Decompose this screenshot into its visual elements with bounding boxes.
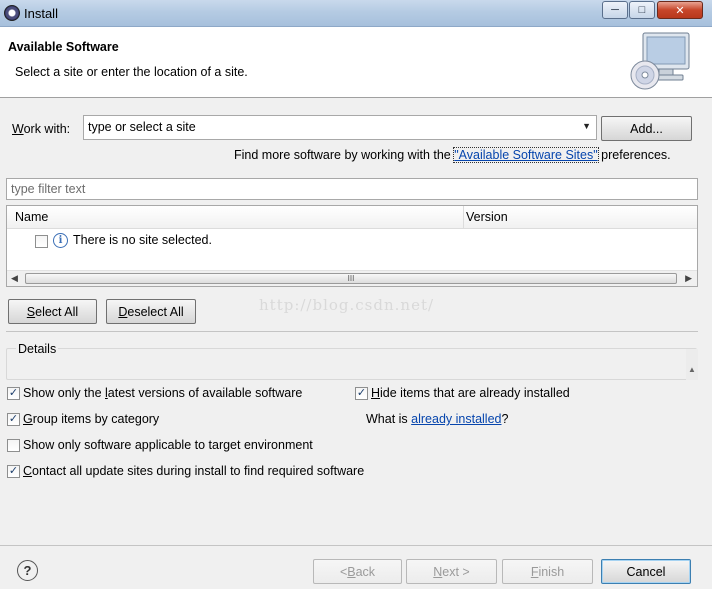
install-wizard-icon: [630, 32, 690, 90]
group-by-category-label: Group items by category: [23, 412, 160, 426]
back-button[interactable]: < Back: [313, 559, 402, 584]
watermark: http://blog.csdn.net/: [259, 296, 435, 314]
already-installed-link[interactable]: already installed: [411, 412, 501, 426]
work-with-combo-value: type or select a site: [88, 120, 196, 134]
info-icon: i: [53, 233, 68, 248]
work-with-label: Work with:: [12, 122, 71, 136]
title-bar: Install ─ □ ✕: [0, 0, 712, 27]
available-software-sites-link[interactable]: "Available Software Sites": [453, 147, 599, 163]
software-table: Name Version i There is no site selected…: [6, 205, 698, 287]
latest-versions-label: Show only the latest versions of availab…: [23, 386, 303, 400]
wizard-banner: Available Software Select a site or ente…: [0, 27, 712, 98]
divider: [6, 331, 698, 332]
target-environment-checkbox[interactable]: [7, 439, 20, 452]
scroll-left-icon[interactable]: ◀: [11, 273, 18, 284]
row-checkbox[interactable]: [35, 235, 48, 248]
select-all-button[interactable]: Select All: [8, 299, 97, 324]
deselect-all-button[interactable]: Deselect All: [106, 299, 196, 324]
details-label: Details: [16, 342, 59, 356]
column-header-name[interactable]: Name: [15, 210, 48, 224]
cancel-button[interactable]: Cancel: [601, 559, 691, 584]
details-area[interactable]: ▲: [6, 348, 698, 380]
finish-button[interactable]: Finish: [502, 559, 593, 584]
maximize-button[interactable]: □: [629, 1, 655, 19]
what-is-installed-text: What is already installed?: [366, 412, 509, 426]
table-header: Name Version: [7, 206, 697, 229]
add-site-button[interactable]: Add...: [601, 116, 692, 141]
find-more-text: Find more software by working with the "…: [234, 147, 671, 163]
latest-versions-checkbox[interactable]: ✓: [7, 387, 20, 400]
target-environment-label: Show only software applicable to target …: [23, 438, 313, 452]
window-title: Install: [24, 6, 58, 21]
table-row-text: There is no site selected.: [73, 233, 212, 247]
hide-installed-checkbox[interactable]: ✓: [355, 387, 368, 400]
help-icon[interactable]: ?: [17, 560, 38, 581]
next-button[interactable]: Next >: [406, 559, 497, 584]
contact-sites-label: Contact all update sites during install …: [23, 464, 365, 478]
hide-installed-label: Hide items that are already installed: [371, 386, 570, 400]
page-title: Available Software: [8, 40, 119, 54]
contact-sites-checkbox[interactable]: ✓: [7, 465, 20, 478]
scroll-up-icon[interactable]: ▲: [688, 365, 696, 374]
group-by-category-checkbox[interactable]: ✓: [7, 413, 20, 426]
scrollbar-thumb[interactable]: III: [25, 273, 677, 284]
column-divider[interactable]: [463, 206, 464, 229]
eclipse-app-icon: [4, 5, 20, 21]
work-with-combo[interactable]: type or select a site ▼: [83, 115, 597, 140]
horizontal-scrollbar[interactable]: ◀ III ▶: [7, 270, 697, 286]
close-button[interactable]: ✕: [657, 1, 703, 19]
details-scrollbar[interactable]: ▲: [686, 349, 698, 380]
page-description: Select a site or enter the location of a…: [15, 65, 248, 79]
minimize-button[interactable]: ─: [602, 1, 628, 19]
scroll-right-icon[interactable]: ▶: [685, 273, 692, 284]
footer-divider: [0, 545, 712, 546]
column-header-version[interactable]: Version: [466, 210, 508, 224]
chevron-down-icon[interactable]: ▼: [582, 121, 591, 131]
filter-input[interactable]: type filter text: [6, 178, 698, 200]
